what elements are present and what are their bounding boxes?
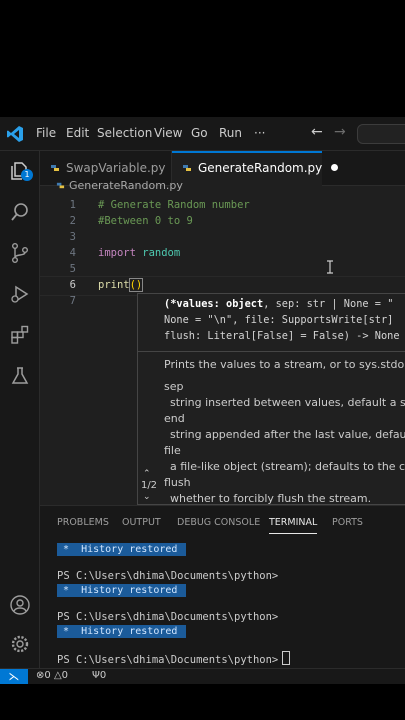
unsaved-dot-icon[interactable] [331,164,339,171]
param-name: file [164,444,181,457]
code-line-4[interactable]: import random [98,247,180,259]
signature-line-3: flush: Literal[False] = False) -> None [164,330,400,342]
param-desc: a file-like object (stream); defaults to… [170,460,405,473]
chevron-up-icon[interactable]: ⌃ [143,469,151,479]
warning-count: 0 [61,670,69,681]
signature-active-param: (*values: object [164,298,264,310]
status-bar: ⋋ ⊗0 △0 Ψ0 [0,668,405,684]
signature-separator [138,351,405,352]
menu-file[interactable]: File [36,126,56,140]
line-number: 3 [69,231,76,243]
menu-run[interactable]: Run [219,126,242,140]
signature-pager: ⌃ 1/2 ⌄ [137,469,161,505]
tab-output[interactable]: OUTPUT [122,517,161,528]
terminal-prompt: PS C:\Users\dhima\Documents\python> [57,654,279,666]
testing-flask-icon[interactable] [9,365,31,387]
settings-gear-icon[interactable] [9,633,31,655]
run-debug-icon[interactable] [9,283,31,305]
title-bar: File Edit Selection View Go Run ··· ← → [0,117,405,151]
signature-help-popup: (*values: object, sep: str | None = " No… [137,293,405,505]
line-number: 1 [69,199,76,211]
function-name: print [98,279,130,291]
chevron-down-icon[interactable]: ⌄ [143,492,151,502]
source-control-badge: 1 [21,169,33,181]
matched-parens: () [128,278,144,292]
code-line-2[interactable]: #Between 0 to 9 [98,215,193,227]
antenna-icon: Ψ [92,670,100,681]
param-name: sep [164,380,184,393]
signature-rest: , sep: str | None = " [263,298,394,310]
param-name: flush [164,476,191,489]
tab-ports[interactable]: PORTS [332,517,363,528]
tab-generaterandom[interactable]: GenerateRandom.py [172,151,339,186]
terminal-input-line[interactable]: PS C:\Users\dhima\Documents\python> [57,651,291,666]
ports-indicator[interactable]: Ψ0 [92,670,106,681]
code-line-6[interactable]: print() [98,278,144,292]
vscode-logo-icon[interactable] [6,125,24,143]
code-line-1[interactable]: # Generate Random number [98,199,250,211]
line-number: 6 [69,279,76,291]
import-keyword: import [98,247,136,259]
line-number: 5 [69,263,76,275]
back-arrow-icon[interactable]: ← [311,124,323,140]
python-file-icon [183,165,191,171]
text-cursor-icon [327,260,333,274]
account-icon[interactable] [9,594,31,616]
menu-go[interactable]: Go [191,126,208,140]
pager-count: 1/2 [140,480,158,491]
param-desc: string inserted between values, default … [170,396,405,409]
activity-bar [0,151,40,668]
terminal-history-badge: * History restored [57,543,186,556]
tab-terminal[interactable]: TERMINAL [269,517,318,534]
menu-more[interactable]: ··· [254,126,265,140]
tab-debug-console[interactable]: DEBUG CONSOLE [177,517,260,528]
search-icon[interactable] [9,201,31,223]
signature-doc: Prints the values to a stream, or to sys… [164,358,405,371]
breadcrumb[interactable]: GenerateRandom.py [56,179,183,192]
vscode-window: File Edit Selection View Go Run ··· ← → [0,117,405,684]
line-number: 4 [69,247,76,259]
terminal-cursor [282,651,291,665]
signature-line-2: None = "\n", file: SupportsWrite[str] [164,314,394,326]
ports-count: 0 [99,670,107,681]
menu-view[interactable]: View [154,126,182,140]
command-center-search[interactable] [357,124,405,144]
python-file-icon [51,165,59,171]
terminal-history-badge: * History restored [57,625,186,638]
param-desc: whether to forcibly flush the stream. [170,492,372,505]
signature-line-1: (*values: object, sep: str | None = " [164,298,393,310]
remote-indicator-icon[interactable]: ⋋ [0,669,28,684]
module-name: random [142,247,181,259]
problems-indicator[interactable]: ⊗0 △0 [36,670,68,681]
terminal-prompt: PS C:\Users\dhima\Documents\python> [57,570,279,582]
source-control-icon[interactable] [9,242,31,264]
extensions-icon[interactable] [9,324,31,346]
line-number: 2 [69,215,76,227]
warning-icon: △ [53,670,62,681]
terminal-prompt: PS C:\Users\dhima\Documents\python> [57,611,279,623]
breadcrumb-file[interactable]: GenerateRandom.py [69,179,183,192]
tab-label: SwapVariable.py [66,161,166,175]
tab-label: GenerateRandom.py [198,161,323,175]
error-count: 0 [44,670,51,681]
forward-arrow-icon[interactable]: → [334,124,346,140]
python-file-icon [56,182,65,189]
line-number: 7 [69,295,76,307]
tab-problems[interactable]: PROBLEMS [57,517,109,528]
param-desc: string appended after the last value, de… [170,428,405,441]
param-name: end [164,412,185,425]
menu-selection[interactable]: Selection [97,126,152,140]
menu-edit[interactable]: Edit [66,126,89,140]
terminal-history-badge: * History restored [57,584,186,597]
